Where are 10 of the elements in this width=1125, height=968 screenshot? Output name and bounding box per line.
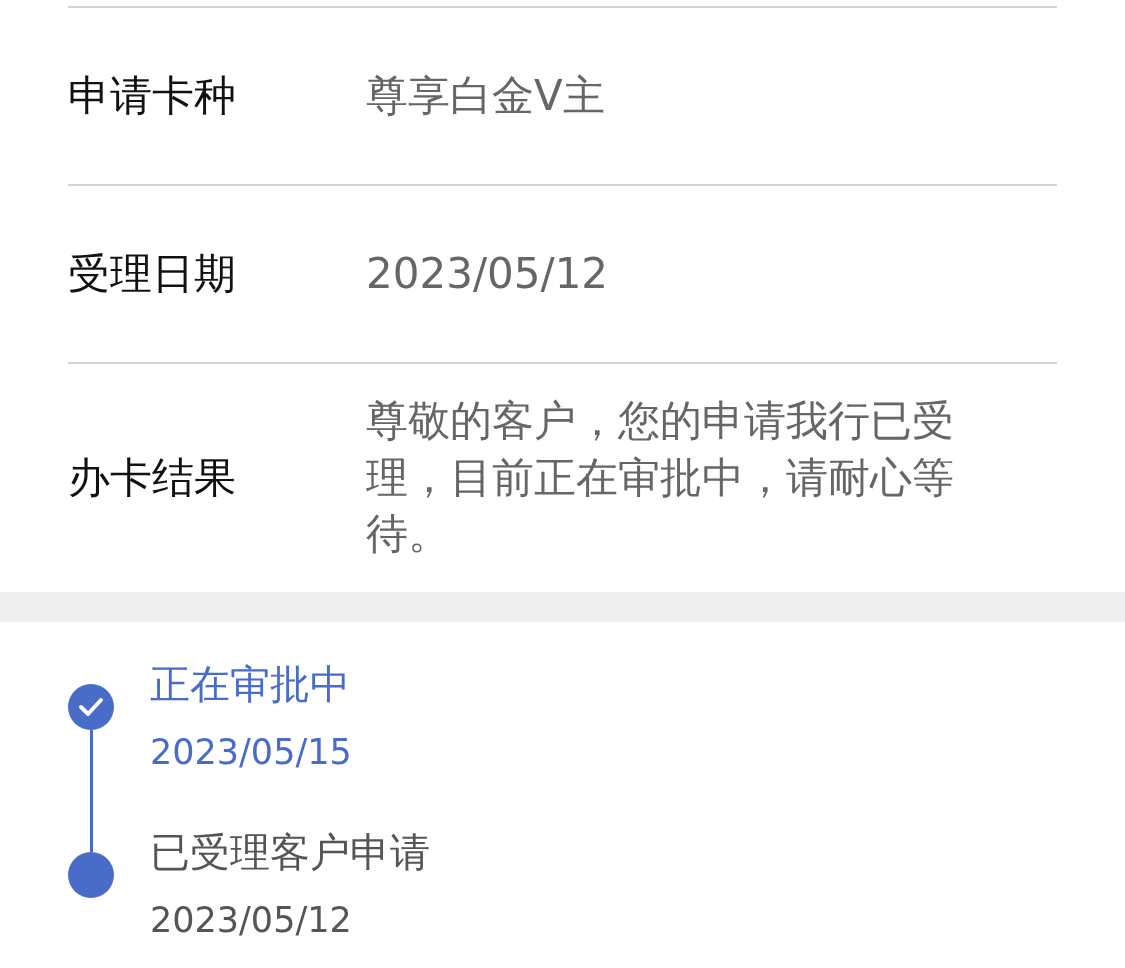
field-label: 受理日期 (68, 248, 237, 300)
step-title: 正在审批中 (150, 660, 351, 709)
field-value: 2023/05/12 (366, 247, 610, 300)
field-value: 尊享白金V主 (366, 69, 606, 122)
field-value: 尊敬的客户，您的申请我行已受理，目前正在审批中，请耐心等待。 (366, 394, 955, 561)
field-label: 办卡结果 (68, 452, 237, 504)
step-date: 2023/05/15 (150, 731, 352, 774)
step-date: 2023/05/12 (150, 899, 353, 942)
step-title: 已受理客户申请 (150, 828, 430, 877)
field-label: 申请卡种 (68, 70, 237, 122)
